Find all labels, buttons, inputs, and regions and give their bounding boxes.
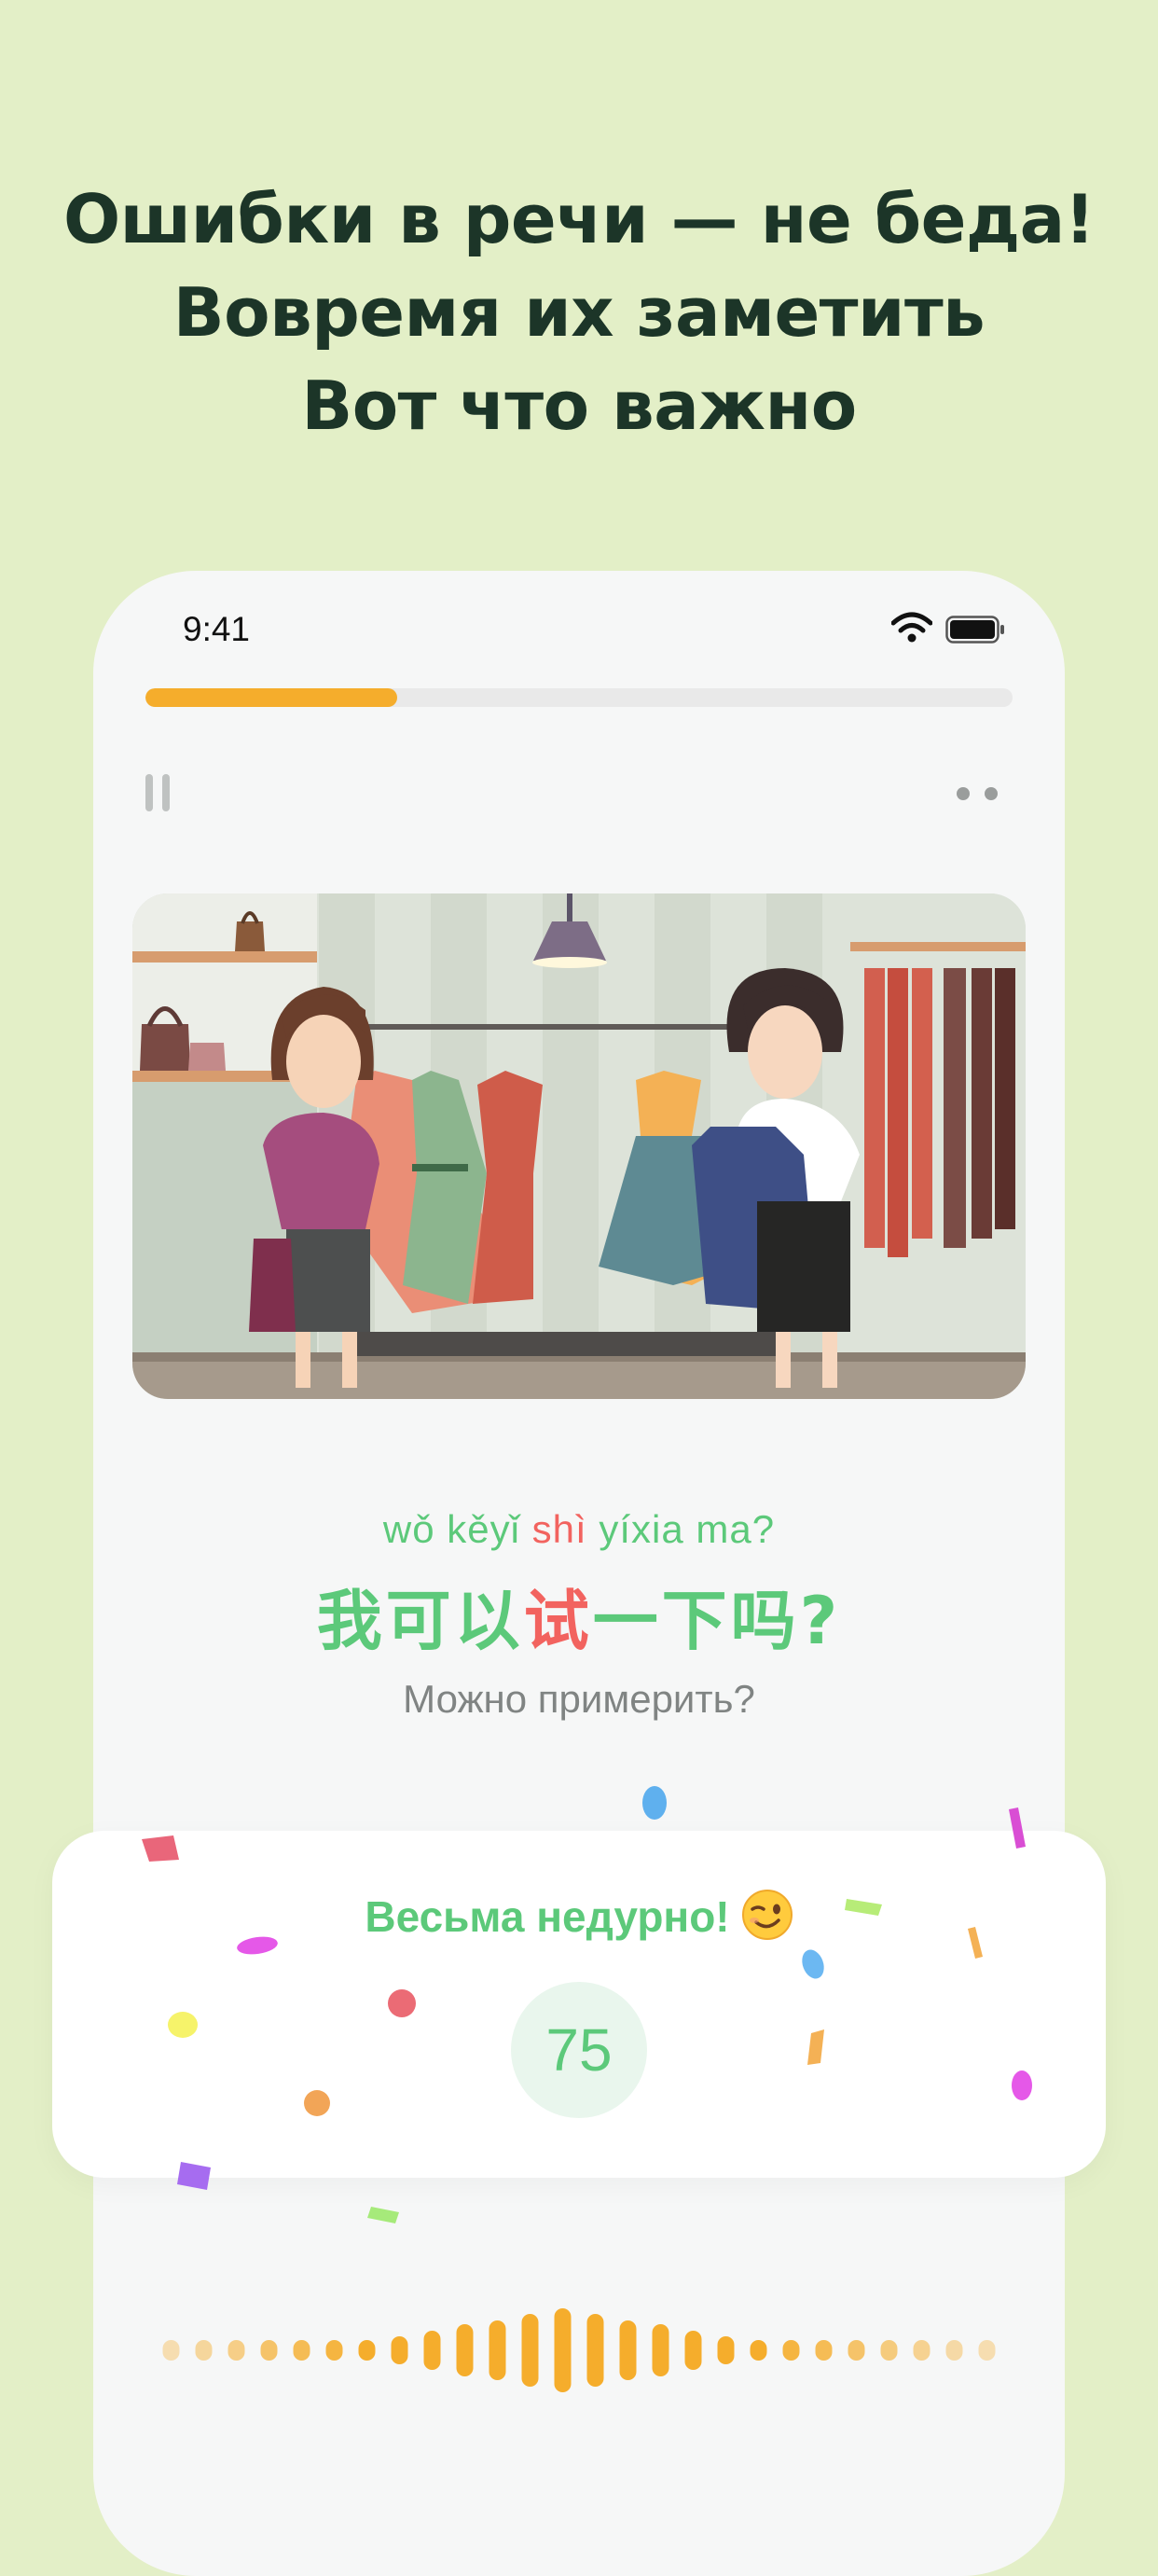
score-badge: 75 bbox=[511, 1982, 647, 2118]
lesson-progress-bar bbox=[145, 688, 1013, 707]
waveform-bar bbox=[227, 2340, 245, 2361]
waveform-bar bbox=[195, 2340, 213, 2361]
pinyin-highlight: shì bbox=[531, 1507, 587, 1551]
waveform-bar bbox=[782, 2340, 800, 2361]
waveform-bar bbox=[586, 2314, 604, 2387]
pinyin-after: yíxia ma? bbox=[599, 1507, 776, 1551]
headline: Ошибки в речи — не беда! Вовремя их заме… bbox=[0, 173, 1158, 452]
result-message-row: Весьма недурно! bbox=[52, 1889, 1106, 1942]
hanzi-highlight: 试 bbox=[523, 1583, 593, 1659]
battery-icon bbox=[945, 616, 1004, 644]
waveform-bar bbox=[554, 2308, 572, 2392]
status-time: 9:41 bbox=[183, 610, 251, 648]
phone-frame: 9:41 wǒ kěyǐ shì yíxia ma? 我可以试一下吗? Можн… bbox=[93, 571, 1065, 2576]
waveform-bar bbox=[880, 2340, 898, 2361]
waveform-bar bbox=[848, 2340, 865, 2361]
headline-line-1: Ошибки в речи — не беда! bbox=[62, 180, 1096, 258]
waveform-bar bbox=[489, 2320, 506, 2380]
waveform-bar bbox=[684, 2331, 702, 2370]
waveform-bar bbox=[619, 2320, 637, 2380]
waveform-bar bbox=[815, 2340, 833, 2361]
hanzi-after: 一下吗? bbox=[592, 1583, 842, 1659]
headline-line-3: Вот что важно bbox=[301, 367, 857, 445]
lesson-progress-fill bbox=[145, 688, 397, 707]
waveform-bar bbox=[325, 2340, 343, 2361]
pause-icon[interactable] bbox=[145, 774, 177, 811]
waveform-bar bbox=[293, 2340, 310, 2361]
pinyin-before: wǒ kěyǐ bbox=[382, 1507, 520, 1551]
clothing-store-illustration bbox=[132, 893, 1026, 1399]
hanzi-before: 我可以 bbox=[316, 1583, 524, 1659]
more-icon[interactable] bbox=[957, 787, 1001, 802]
waveform-bar bbox=[652, 2324, 669, 2376]
waveform-bar bbox=[978, 2340, 996, 2361]
waveform-bar bbox=[913, 2340, 931, 2361]
waveform-bar bbox=[750, 2340, 767, 2361]
waveform-bar bbox=[423, 2331, 441, 2370]
waveform-bar bbox=[391, 2336, 408, 2364]
wifi-icon bbox=[891, 612, 932, 643]
translation-text: Можно примерить? bbox=[403, 1677, 755, 1721]
waveform-bar bbox=[717, 2336, 735, 2364]
waveform-bar bbox=[358, 2340, 376, 2361]
hanzi-sentence: 我可以试一下吗? bbox=[93, 1569, 1065, 1663]
waveform-bar bbox=[521, 2314, 539, 2387]
waveform-bar bbox=[162, 2340, 180, 2361]
waveform-bar bbox=[260, 2340, 278, 2361]
audio-waveform bbox=[162, 2308, 996, 2392]
result-message: Весьма недурно! bbox=[365, 1892, 730, 1941]
pinyin-line: wǒ kěyǐ shì yíxia ma? bbox=[93, 1507, 1065, 1552]
winking-face-icon bbox=[741, 1890, 793, 1940]
waveform-bar bbox=[456, 2324, 474, 2376]
result-card: Весьма недурно! 75 bbox=[52, 1831, 1106, 2178]
waveform-bar bbox=[945, 2340, 963, 2361]
headline-line-2: Вовремя их заметить bbox=[172, 273, 986, 352]
